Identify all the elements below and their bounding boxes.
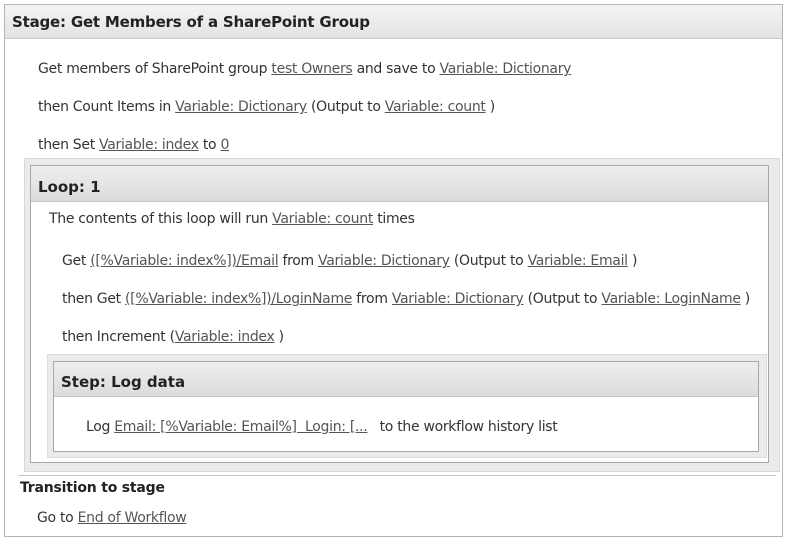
transition-goto: Go to End of Workflow xyxy=(37,510,187,526)
target-stage-link[interactable]: End of Workflow xyxy=(78,510,187,526)
transition-title: Transition to stage xyxy=(20,480,165,496)
action-text: then Count Items in xyxy=(38,99,172,115)
action-text: (Output to xyxy=(527,291,598,307)
action-text: Go to xyxy=(37,510,74,526)
action-text: The contents of this loop will run xyxy=(49,211,269,227)
action-text: then Increment xyxy=(62,329,166,345)
action-text: (Output to xyxy=(310,99,381,115)
stage-title: Stage: Get Members of a SharePoint Group xyxy=(12,13,370,31)
action-text: ) xyxy=(278,329,284,345)
action-increment: then Increment (Variable: index ) xyxy=(62,329,284,345)
action-text: then Set xyxy=(38,137,95,153)
loop-header[interactable] xyxy=(31,166,768,202)
action-set-variable: then Set Variable: index to 0 xyxy=(38,137,229,153)
variable-link[interactable]: Variable: index xyxy=(175,329,275,345)
action-text: ) xyxy=(489,99,495,115)
action-text: ) xyxy=(631,253,638,269)
action-text: Get xyxy=(62,253,87,269)
action-text: times xyxy=(377,211,415,227)
action-text: (Output to xyxy=(453,253,524,269)
action-text: Log xyxy=(86,419,111,435)
output-variable-link[interactable]: Variable: count xyxy=(385,99,486,115)
action-text: to the workflow history list xyxy=(379,419,558,435)
path-link[interactable]: ([%Variable: index%])/Email xyxy=(90,253,278,269)
variable-link[interactable]: Variable: index xyxy=(99,137,199,153)
loop-description: The contents of this loop will run Varia… xyxy=(49,211,415,227)
output-variable-link[interactable]: Variable: Email xyxy=(528,253,629,269)
group-link[interactable]: test Owners xyxy=(271,61,352,77)
loop-title: Loop: 1 xyxy=(38,178,101,196)
action-text: from xyxy=(282,253,314,269)
output-variable-link[interactable]: Variable: LoginName xyxy=(601,291,741,307)
log-message-link[interactable]: Email: [%Variable: Email%] Login: [... xyxy=(114,419,367,435)
action-get-members: Get members of SharePoint group test Own… xyxy=(38,61,571,77)
action-text: Get members of SharePoint group xyxy=(38,61,268,77)
value-link[interactable]: 0 xyxy=(220,137,229,153)
action-log: Log Email: [%Variable: Email%] Login: [.… xyxy=(86,419,558,435)
action-count-items: then Count Items in Variable: Dictionary… xyxy=(38,99,495,115)
step-title: Step: Log data xyxy=(61,373,186,391)
variable-link[interactable]: Variable: Dictionary xyxy=(440,61,572,77)
action-text: to xyxy=(202,137,217,153)
action-text: and save to xyxy=(356,61,436,77)
action-get-login: then Get ([%Variable: index%])/LoginName… xyxy=(62,291,750,307)
loop-count-link[interactable]: Variable: count xyxy=(272,211,373,227)
variable-link[interactable]: Variable: Dictionary xyxy=(175,99,307,115)
action-text: then Get xyxy=(62,291,121,307)
stage-name: Get Members of a SharePoint Group xyxy=(70,13,370,31)
path-link[interactable]: ([%Variable: index%])/LoginName xyxy=(125,291,352,307)
variable-link[interactable]: Variable: Dictionary xyxy=(318,253,450,269)
action-text: from xyxy=(356,291,388,307)
action-text: ) xyxy=(744,291,750,307)
divider xyxy=(18,475,776,476)
variable-link[interactable]: Variable: Dictionary xyxy=(392,291,524,307)
action-get-email: Get ([%Variable: index%])/Email from Var… xyxy=(62,253,637,269)
stage-label: Stage: xyxy=(12,13,66,31)
